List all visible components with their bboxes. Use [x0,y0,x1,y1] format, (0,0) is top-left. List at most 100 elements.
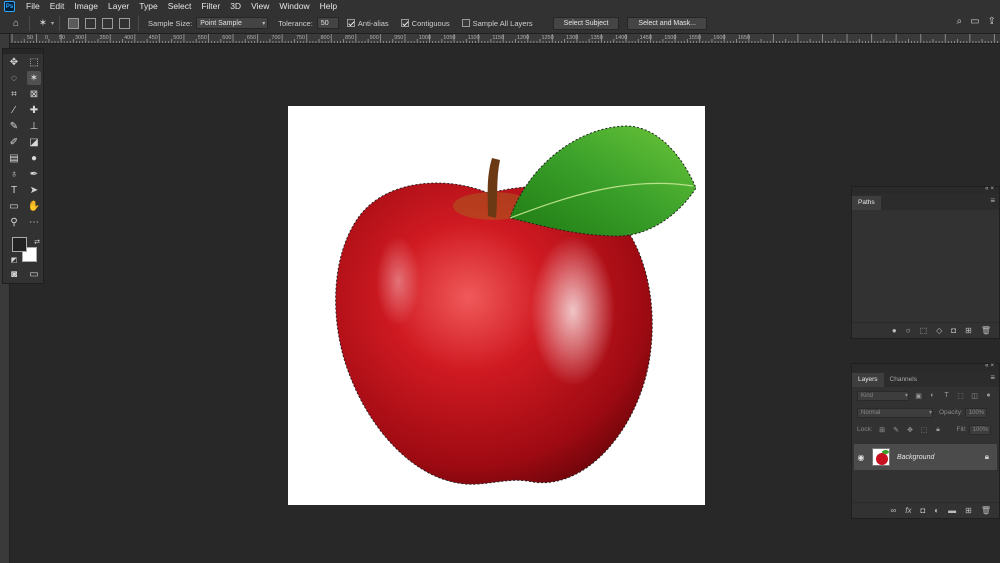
shape-filter-icon[interactable]: ⬚ [956,391,965,400]
smart-object-filter-icon[interactable]: ◫ [970,391,979,400]
swap-colors-icon[interactable]: ⇄ [30,235,44,249]
subtract-from-selection-button[interactable] [102,17,114,29]
make-work-path-icon[interactable]: ◇ [936,326,942,335]
lock-position-icon[interactable]: ✥ [906,425,915,434]
adjustment-layer-icon[interactable]: ◐ [934,506,939,515]
menu-type[interactable]: Type [134,0,162,13]
healing-brush-tool-icon[interactable]: ✚ [27,103,41,117]
type-tool-icon[interactable]: T [7,183,21,197]
menu-3d[interactable]: 3D [225,0,246,13]
panel-menu-icon[interactable]: ≡ [990,196,995,205]
menu-view[interactable]: View [246,0,274,13]
menu-window[interactable]: Window [274,0,314,13]
visibility-eye-icon[interactable]: ◉ [854,453,868,462]
hand-tool-icon[interactable]: ✋ [27,199,41,213]
tab-layers[interactable]: Layers [852,373,884,387]
blur-tool-icon[interactable]: ● [27,151,41,165]
menu-edit[interactable]: Edit [45,0,70,13]
move-tool-icon[interactable]: ✥ [7,55,21,69]
add-mask-icon[interactable]: ◘ [951,326,956,335]
search-icon[interactable]: ⌕ [957,16,963,27]
share-icon[interactable]: ⇪ [988,16,996,27]
fx-icon[interactable]: fx [905,506,911,515]
intersect-selection-button[interactable] [119,17,131,29]
menu-layer[interactable]: Layer [103,0,134,13]
lock-all-icon[interactable]: 🔒︎ [934,425,943,434]
select-and-mask-button[interactable]: Select and Mask... [627,16,707,30]
stroke-path-icon[interactable]: ○ [906,326,911,335]
crop-tool-icon[interactable]: ⌗ [7,87,21,101]
new-path-icon[interactable]: ⊞ [965,326,972,335]
more-tools-icon[interactable]: ⋯ [27,215,41,229]
trash-icon[interactable]: 🗑 [981,506,991,515]
toolbox-grip[interactable] [3,49,43,54]
tab-channels[interactable]: Channels [884,373,923,387]
kind-filter-select[interactable]: Kind ▾ [857,390,909,401]
layer-row-background[interactable]: ◉ Background 🔒︎ [854,444,997,470]
add-to-selection-button[interactable] [85,17,97,29]
contiguous-checkbox[interactable] [400,19,409,27]
history-brush-tool-icon[interactable]: ✐ [7,135,21,149]
blend-mode-select[interactable]: Normal ▾ [857,407,933,418]
menu-file[interactable]: File [21,0,45,13]
pixel-filter-icon[interactable]: ▣ [914,391,923,400]
tolerance-input[interactable]: 50 [316,17,339,29]
eraser-tool-icon[interactable]: ◪ [27,135,41,149]
pen-tool-icon[interactable]: ✒ [27,167,41,181]
load-as-selection-icon[interactable]: ⬚ [920,326,928,335]
lock-transparent-icon[interactable]: ⊞ [878,425,887,434]
new-group-icon[interactable]: ▬ [948,506,956,515]
eyedropper-tool-icon[interactable]: ⁄ [7,103,21,117]
new-layer-icon[interactable]: ⊞ [965,506,972,515]
quick-mask-icon[interactable]: ◙ [7,267,21,281]
foreground-color-swatch[interactable] [12,237,27,252]
gradient-tool-icon[interactable]: ▤ [7,151,21,165]
magic-wand-preset-icon[interactable]: ✶ [35,16,51,30]
path-selection-tool-icon[interactable]: ➤ [27,183,41,197]
new-selection-button[interactable] [68,17,80,29]
fill-path-icon[interactable]: ● [892,326,897,335]
sample-all-layers-checkbox[interactable] [461,19,470,27]
sample-size-select[interactable]: Point Sample ▾ [196,17,269,29]
chevron-down-icon[interactable]: ▾ [51,20,54,27]
default-colors-icon[interactable]: ◩ [7,253,21,267]
menu-select[interactable]: Select [163,0,197,13]
panel-collapse-bar[interactable]: «× [852,186,999,194]
layer-name[interactable]: Background [897,454,934,461]
rectangle-tool-icon[interactable]: ▭ [7,199,21,213]
collapse-close-icon[interactable]: «× [985,363,996,369]
link-layers-icon[interactable]: ∞ [891,506,897,515]
opacity-input[interactable]: 100% [964,407,987,418]
fill-input[interactable]: 100% [968,424,991,435]
collapse-close-icon[interactable]: «× [985,186,996,192]
tab-paths[interactable]: Paths [852,196,881,210]
panel-menu-icon[interactable]: ≡ [990,373,995,382]
lasso-tool-icon[interactable]: ◌ [7,71,21,85]
home-icon[interactable]: ⌂ [8,16,24,30]
menu-image[interactable]: Image [69,0,103,13]
panel-collapse-bar[interactable]: «× [852,363,999,371]
trash-icon[interactable]: 🗑 [981,326,991,335]
lock-artboard-icon[interactable]: ⬚ [920,425,929,434]
blend-mode-value: Normal [861,409,881,416]
dodge-tool-icon[interactable]: ♁ [7,167,21,181]
menu-filter[interactable]: Filter [196,0,225,13]
adjustment-filter-icon[interactable]: ◐ [928,391,937,400]
workspace-icon[interactable]: ▭ [970,16,979,27]
zoom-tool-icon[interactable]: ⚲ [7,215,21,229]
frame-tool-icon[interactable]: ⊠ [27,87,41,101]
select-subject-button[interactable]: Select Subject [552,16,620,30]
menu-help[interactable]: Help [315,0,342,13]
lock-image-icon[interactable]: ✎ [892,425,901,434]
brush-tool-icon[interactable]: ✎ [7,119,21,133]
magic-wand-tool-icon[interactable]: ✶ [27,71,41,85]
anti-alias-checkbox[interactable] [346,19,355,27]
type-filter-icon[interactable]: T [942,391,951,400]
filter-toggle-icon[interactable]: ● [984,391,993,400]
marquee-tool-icon[interactable]: ⬚ [27,55,41,69]
chevron-down-icon: ▾ [928,410,932,416]
screen-mode-icon[interactable]: ▭ [27,267,41,281]
document-canvas[interactable] [288,106,705,505]
clone-stamp-tool-icon[interactable]: ⊥ [27,119,41,133]
add-layer-mask-icon[interactable]: ◘ [920,506,925,515]
